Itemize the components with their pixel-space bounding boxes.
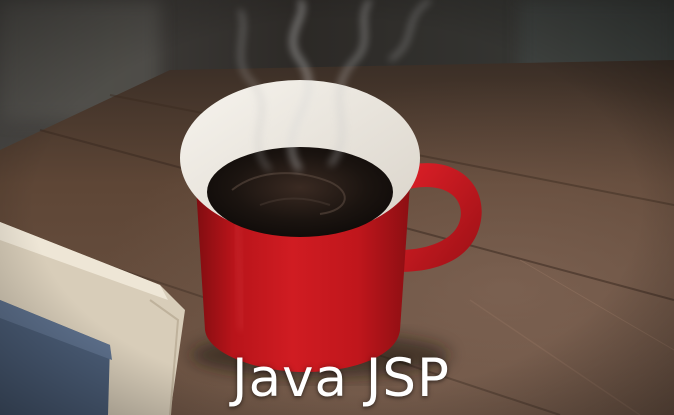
photo-scene: Java JSP	[0, 0, 674, 415]
caption-text: Java JSP	[231, 348, 451, 409]
